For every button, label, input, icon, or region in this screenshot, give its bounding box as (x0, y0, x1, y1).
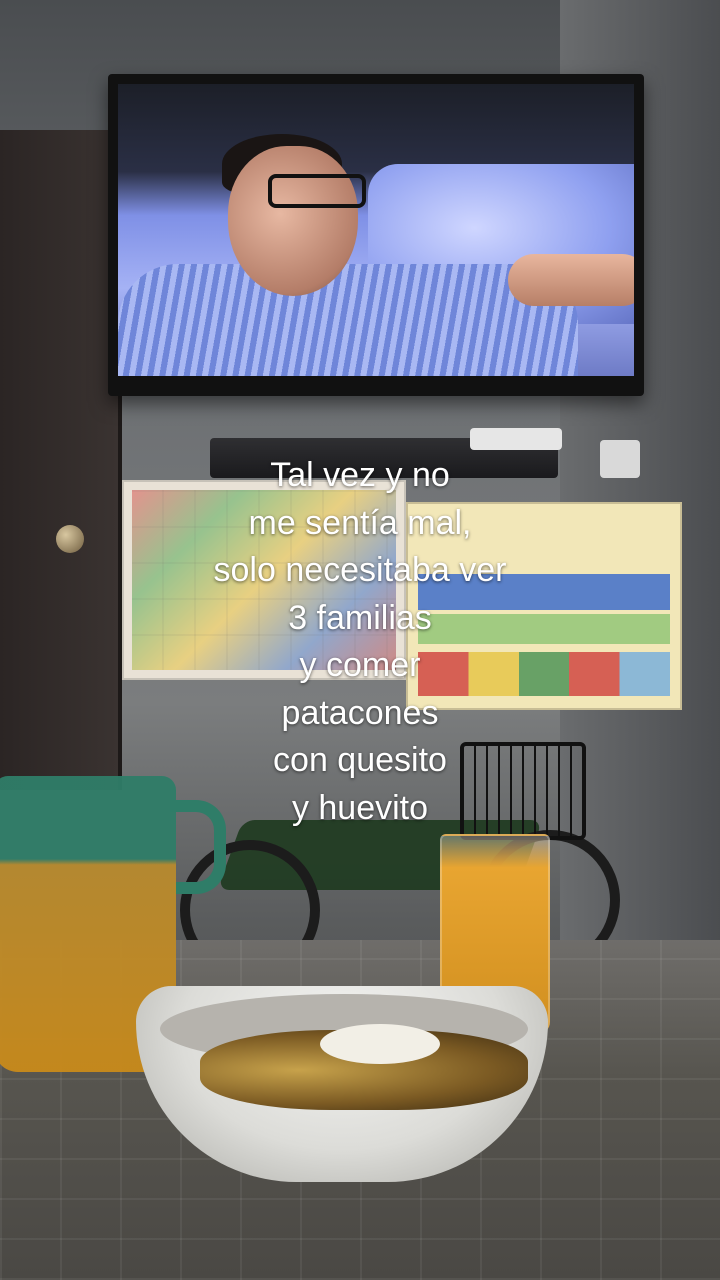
caption-line: me sentía mal, (248, 503, 472, 542)
caption-line: y comer (299, 646, 421, 684)
photo-scene: Tal vez y no me sentía mal, solo necesit… (0, 0, 720, 1280)
wifi-router (470, 428, 562, 450)
cheese (320, 1024, 440, 1064)
caption-line: con quesito (273, 741, 447, 779)
caption-line: Tal vez y no (270, 456, 450, 494)
tv-person-head (228, 146, 358, 296)
tv-person-glasses (268, 174, 366, 208)
caption-line: 3 familias (288, 598, 432, 637)
television (108, 74, 644, 396)
tv-person-arm (508, 254, 634, 306)
caption-overlay: Tal vez y no me sentía mal, solo necesit… (0, 452, 720, 832)
caption-line: patacones (281, 693, 439, 732)
caption-line: y huevito (291, 788, 429, 827)
tv-screen (118, 84, 634, 376)
caption-line: solo necesitaba ver (213, 551, 507, 589)
